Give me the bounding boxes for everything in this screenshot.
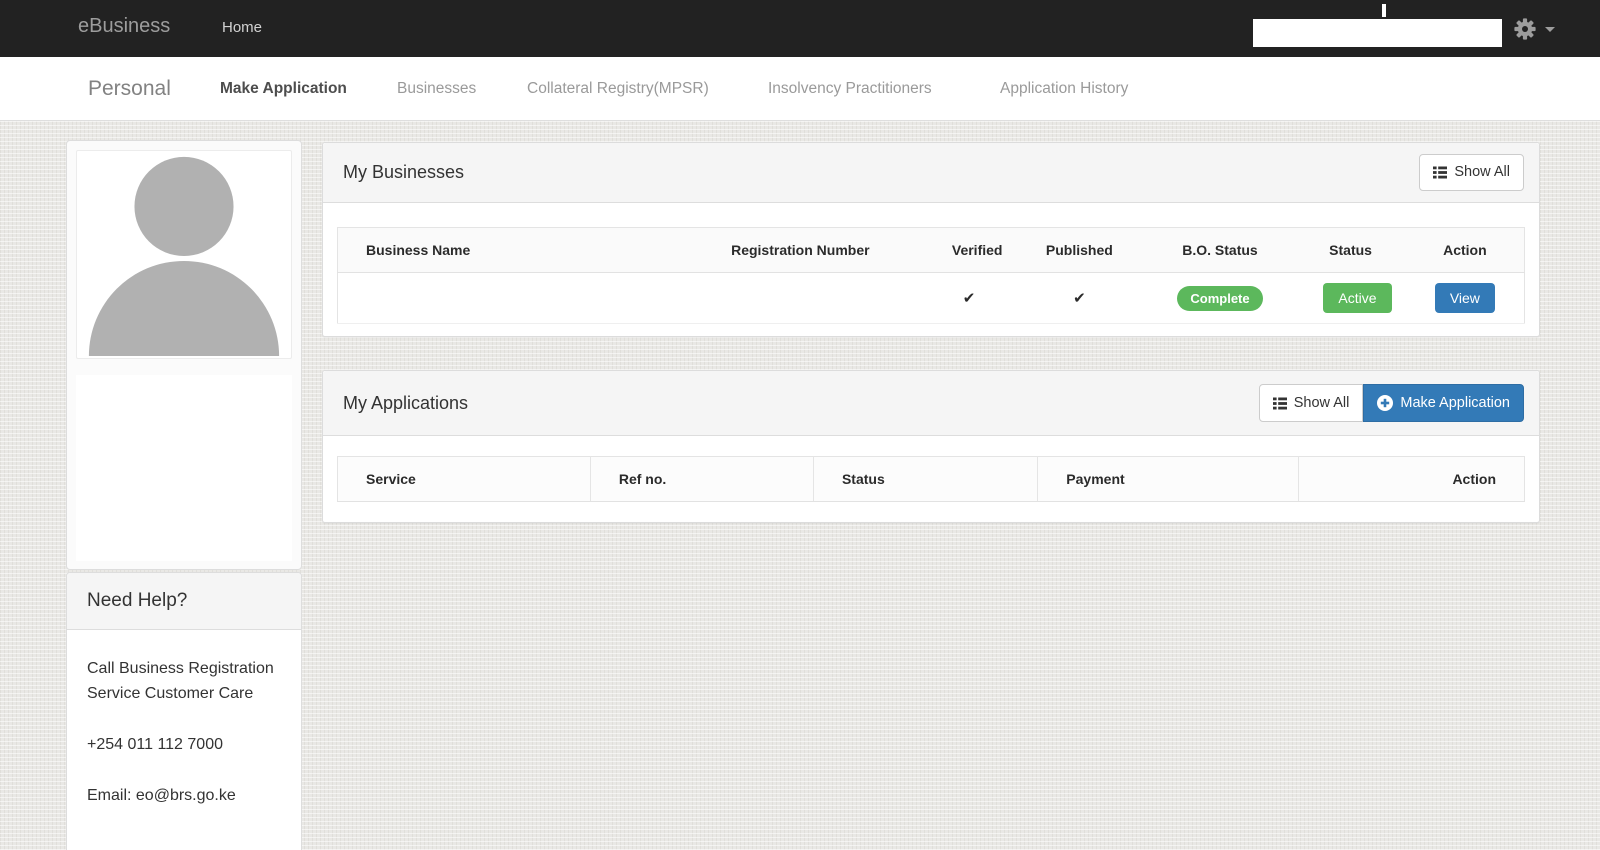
my-businesses-table: Business Name Registration Number Verifi…	[337, 227, 1525, 324]
table-header-row: Service Ref no. Status Payment Action	[337, 456, 1525, 502]
help-text-email: Email: eo@brs.go.ke	[87, 787, 236, 804]
my-applications-title: My Applications	[343, 392, 469, 413]
avatar	[76, 150, 292, 359]
my-applications-panel: My Applications Show All Make Applicatio…	[322, 370, 1540, 523]
make-application-button[interactable]: Make Application	[1363, 384, 1524, 422]
applications-show-all-label: Show All	[1293, 394, 1350, 411]
col-published: Published	[1014, 227, 1145, 273]
status-badge[interactable]: Active	[1323, 283, 1392, 313]
tab-make-application[interactable]: Make Application	[220, 80, 347, 98]
tab-insolvency-practitioners[interactable]: Insolvency Practitioners	[768, 80, 932, 98]
verified-check-icon: ✔	[962, 290, 976, 307]
my-businesses-panel: My Businesses Show All Business Name Reg…	[322, 142, 1540, 337]
main-area: My Businesses Show All Business Name Reg…	[322, 121, 1540, 850]
list-icon	[1433, 166, 1448, 179]
tab-businesses[interactable]: Businesses	[397, 80, 476, 98]
my-applications-heading: My Applications Show All Make Applicatio…	[323, 371, 1539, 436]
businesses-show-all-button[interactable]: Show All	[1419, 154, 1524, 191]
table-header-row: Business Name Registration Number Verifi…	[337, 227, 1525, 273]
col-app-status: Status	[813, 456, 1039, 502]
col-service: Service	[337, 456, 591, 502]
tab-application-history[interactable]: Application History	[1000, 80, 1128, 98]
plus-circle-icon	[1377, 395, 1394, 411]
businesses-show-all-label: Show All	[1454, 164, 1510, 181]
col-registration-number: Registration Number	[703, 227, 924, 273]
tab-collateral-registry[interactable]: Collateral Registry(MPSR)	[527, 80, 709, 98]
redacted-profile-details	[76, 375, 292, 561]
table-row: ✔ ✔ Complete Active View	[337, 272, 1525, 324]
bo-status-badge: Complete	[1177, 285, 1263, 311]
help-text-phone: +254 011 112 7000	[87, 736, 223, 753]
top-navbar: eBusiness Home	[0, 0, 1600, 57]
need-help-title: Need Help?	[67, 573, 301, 630]
my-businesses-title: My Businesses	[343, 162, 465, 182]
applications-actions: Show All Make Application	[1258, 384, 1524, 422]
settings-dropdown[interactable]	[1514, 14, 1566, 44]
need-help-body: Call Business Registration Service Custo…	[67, 630, 301, 850]
col-ref-no: Ref no.	[590, 456, 814, 502]
col-app-action: Action	[1298, 456, 1525, 502]
secondary-navbar: Personal Make Application Businesses Col…	[0, 57, 1600, 121]
col-business-name: Business Name	[337, 227, 704, 273]
screen: eBusiness Home Personal Make Application…	[0, 0, 1600, 850]
profile-card	[66, 140, 302, 570]
cell-business-name	[337, 272, 704, 324]
published-check-icon: ✔	[1073, 290, 1086, 307]
my-applications-body: Service Ref no. Status Payment Action	[323, 436, 1539, 502]
cell-registration-number	[703, 272, 924, 324]
col-status: Status	[1295, 227, 1406, 273]
redacted-username-mark	[1382, 4, 1386, 17]
redacted-username-box	[1253, 19, 1502, 47]
make-application-label: Make Application	[1400, 394, 1510, 411]
my-businesses-heading: My Businesses Show All	[323, 143, 1539, 203]
nav-home[interactable]: Home	[222, 19, 262, 36]
gear-icon	[1514, 18, 1536, 40]
my-applications-table: Service Ref no. Status Payment Action	[337, 456, 1525, 502]
col-payment: Payment	[1037, 456, 1300, 502]
list-icon	[1272, 397, 1287, 409]
view-button[interactable]: View	[1434, 283, 1495, 313]
need-help-panel: Need Help? Call Business Registration Se…	[66, 572, 302, 850]
app-brand[interactable]: eBusiness	[78, 15, 170, 38]
page-content: Need Help? Call Business Registration Se…	[0, 121, 1600, 850]
applications-show-all-button[interactable]: Show All	[1258, 384, 1364, 422]
help-text-customer-care: Call Business Registration Service Custo…	[87, 660, 274, 702]
caret-down-icon	[1545, 26, 1555, 32]
col-verified: Verified	[923, 227, 1015, 273]
my-businesses-body: Business Name Registration Number Verifi…	[323, 203, 1539, 324]
col-bo-status: B.O. Status	[1144, 227, 1296, 273]
col-action: Action	[1405, 227, 1525, 273]
subnav-brand-personal[interactable]: Personal	[88, 77, 171, 101]
